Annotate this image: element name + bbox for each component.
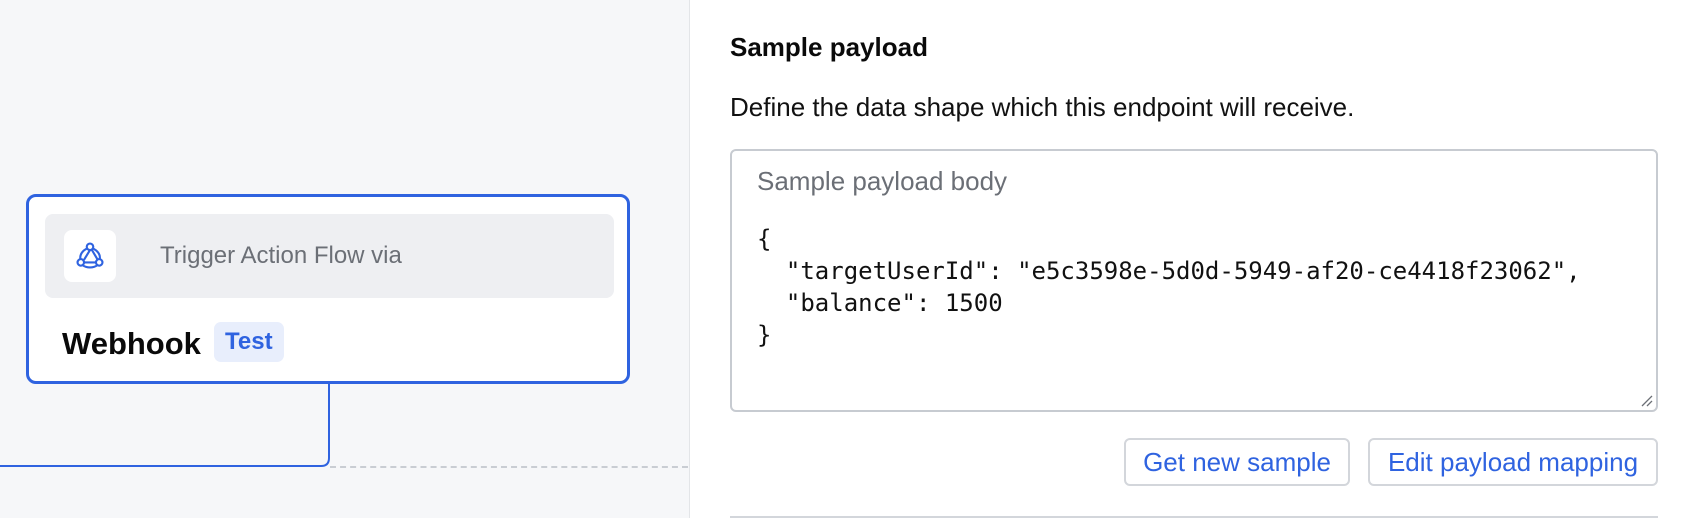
trigger-header: Trigger Action Flow via bbox=[45, 214, 614, 298]
test-badge: Test bbox=[214, 322, 284, 362]
config-panel: Sample payload Define the data shape whi… bbox=[690, 0, 1686, 518]
node-title: Webhook bbox=[62, 326, 201, 361]
edit-payload-mapping-button[interactable]: Edit payload mapping bbox=[1368, 438, 1658, 486]
flow-edge bbox=[330, 466, 688, 468]
resize-handle-icon[interactable] bbox=[1637, 391, 1653, 407]
payload-body[interactable]: { "targetUserId": "e5c3598e-5d0d-5949-af… bbox=[757, 223, 1581, 351]
section-title: Sample payload bbox=[730, 32, 928, 62]
get-new-sample-button[interactable]: Get new sample bbox=[1124, 438, 1350, 486]
payload-label: Sample payload body bbox=[757, 166, 1008, 196]
payload-textarea[interactable]: Sample payload body { "targetUserId": "e… bbox=[730, 149, 1658, 412]
flow-canvas[interactable]: Trigger Action Flow via Webhook Test bbox=[0, 0, 689, 518]
node-connector bbox=[0, 384, 330, 467]
webhook-icon bbox=[64, 230, 116, 282]
trigger-label: Trigger Action Flow via bbox=[160, 242, 402, 269]
section-description: Define the data shape which this endpoin… bbox=[730, 92, 1355, 122]
webhook-trigger-node[interactable]: Trigger Action Flow via Webhook Test bbox=[26, 194, 630, 384]
app-root: Trigger Action Flow via Webhook Test Sam… bbox=[0, 0, 1686, 518]
